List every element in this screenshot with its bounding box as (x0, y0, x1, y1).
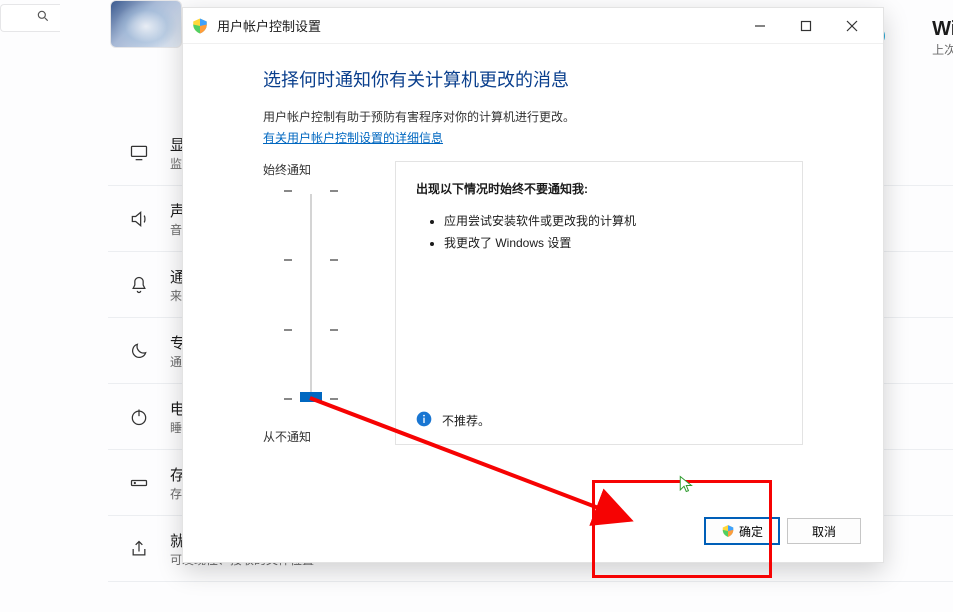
minimize-button[interactable] (737, 12, 783, 40)
ok-button-label: 确定 (739, 523, 763, 540)
cancel-button[interactable]: 取消 (787, 518, 861, 544)
close-button[interactable] (829, 12, 875, 40)
right-panel-sub: 上次检查 (932, 41, 953, 58)
monitor-icon (128, 142, 150, 164)
card-item: 我更改了 Windows 设置 (444, 233, 782, 255)
info-icon (416, 411, 432, 430)
dialog-title: 用户帐户控制设置 (217, 16, 321, 35)
dialog-description: 用户帐户控制有助于预防有害程序对你的计算机进行更改。 (263, 108, 803, 125)
slider-label-top: 始终通知 (263, 161, 311, 178)
storage-icon (128, 472, 150, 494)
info-card: 出现以下情况时始终不要通知我: 应用尝试安装软件或更改我的计算机 我更改了 Wi… (395, 161, 803, 445)
dialog-footer: 确定 取消 (705, 518, 861, 544)
slider-track[interactable] (284, 190, 338, 400)
maximize-button[interactable] (783, 12, 829, 40)
dialog-heading: 选择何时通知你有关计算机更改的消息 (263, 66, 803, 92)
desktop-thumbnail (110, 0, 182, 48)
bell-icon (128, 274, 150, 296)
share-icon (128, 538, 150, 560)
more-info-link[interactable]: 有关用户帐户控制设置的详细信息 (263, 131, 443, 145)
titlebar: 用户帐户控制设置 (183, 8, 883, 44)
moon-icon (128, 340, 150, 362)
power-icon (128, 406, 150, 428)
right-panel-header: Windo 上次检查 (932, 18, 953, 58)
search-icon (36, 9, 50, 28)
card-note-text: 不推荐。 (442, 412, 490, 429)
uac-slider[interactable]: 始终通知 从不通知 (263, 161, 359, 445)
speaker-icon (128, 208, 150, 230)
uac-shield-icon (721, 524, 735, 538)
uac-dialog: 用户帐户控制设置 选择何时通知你有关计算机更改的消息 用户帐户控制有助于预防有害… (182, 7, 884, 563)
search-box[interactable] (0, 4, 60, 32)
card-item: 应用尝试安装软件或更改我的计算机 (444, 211, 782, 233)
dialog-body: 选择何时通知你有关计算机更改的消息 用户帐户控制有助于预防有害程序对你的计算机进… (183, 44, 883, 465)
slider-thumb[interactable] (300, 392, 322, 402)
card-note: 不推荐。 (416, 311, 782, 430)
right-panel-title: Windo (932, 18, 953, 41)
card-heading: 出现以下情况时始终不要通知我: (416, 180, 782, 197)
cancel-button-label: 取消 (812, 523, 836, 540)
card-list: 应用尝试安装软件或更改我的计算机 我更改了 Windows 设置 (416, 211, 782, 254)
uac-shield-icon (191, 17, 209, 35)
slider-label-bottom: 从不通知 (263, 428, 311, 445)
ok-button[interactable]: 确定 (705, 518, 779, 544)
